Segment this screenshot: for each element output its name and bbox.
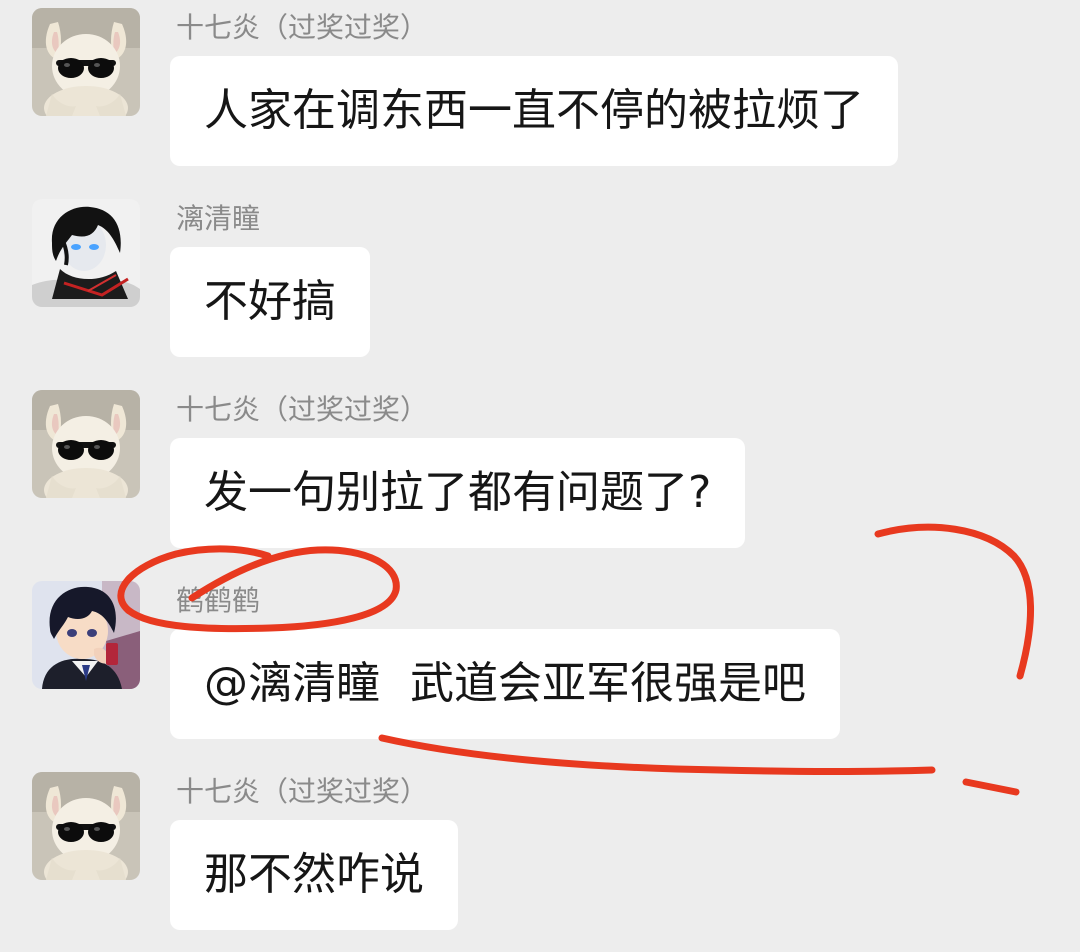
underline-annotation — [378, 734, 936, 775]
bunny-sunglasses-avatar-icon[interactable] — [32, 390, 140, 498]
anime-boy-dark-hair-avatar-icon[interactable] — [32, 199, 140, 307]
sender-name: 十七炎（过奖过奖） — [176, 775, 429, 808]
bunny-sunglasses-avatar-icon[interactable] — [32, 8, 140, 116]
message-text: 武道会亚军很强是吧 — [410, 658, 806, 709]
mention-tag[interactable]: @漓清瞳 — [204, 658, 380, 709]
message-bubble[interactable]: 那不然咋说 — [170, 820, 458, 930]
bracket-arc-annotation — [874, 523, 1034, 680]
message-bubble[interactable]: 人家在调东西一直不停的被拉烦了 — [170, 56, 898, 166]
underline-dash-annotation — [962, 778, 1020, 796]
message-bubble[interactable]: 不好搞 — [170, 247, 370, 357]
bunny-sunglasses-avatar-icon[interactable] — [32, 772, 140, 880]
anime-detective-boy-avatar-icon[interactable] — [32, 581, 140, 689]
sender-name: 十七炎（过奖过奖） — [176, 393, 429, 426]
sender-name: 十七炎（过奖过奖） — [176, 11, 429, 44]
sender-name: 鹤鹤鹤 — [176, 584, 261, 617]
message-bubble[interactable]: @漓清瞳 武道会亚军很强是吧 — [170, 629, 840, 739]
sender-name: 漓清瞳 — [176, 202, 261, 235]
message-bubble[interactable]: 发一句别拉了都有问题了? — [170, 438, 746, 548]
